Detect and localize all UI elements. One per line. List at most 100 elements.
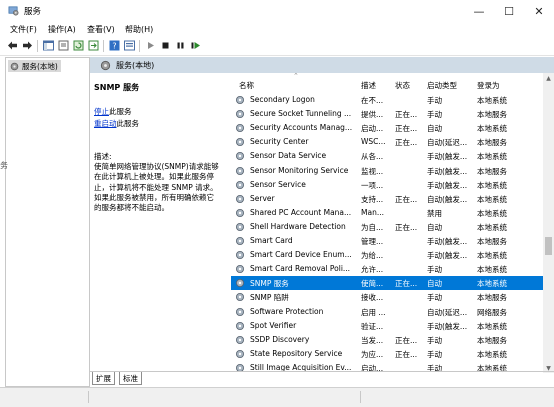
- refresh-icon[interactable]: [73, 40, 84, 51]
- service-description-cell: 使简...: [361, 279, 384, 289]
- column-header-name[interactable]: 名称: [239, 80, 254, 91]
- service-status-cell: 正在...: [395, 110, 418, 120]
- service-logon-cell: 本地系统: [477, 251, 507, 261]
- show-hide-console-tree-icon[interactable]: [43, 40, 54, 51]
- service-row[interactable]: Smart Card Device Enum... 为给... 手动(触发... 本地…: [231, 248, 543, 262]
- service-detail-pane: SNMP 服务 停止此服务 重启动此服务 描述: 使简单网络管理协议(SNMP)…: [90, 73, 230, 373]
- scroll-up-icon[interactable]: ▲: [543, 73, 554, 83]
- description-line: 的服务都将不能启动。: [94, 203, 169, 213]
- service-row[interactable]: Spot Verifier 验证... 手动(触发... 本地系统: [231, 319, 543, 333]
- service-row[interactable]: SSDP Discovery 当发... 正在... 手动 本地服务: [231, 333, 543, 347]
- services-header-icon: [100, 60, 111, 70]
- service-name-cell: Sensor Monitoring Service: [250, 165, 349, 175]
- service-startup-type-cell: 手动: [427, 349, 442, 359]
- menu-file[interactable]: 文件(F): [10, 24, 37, 35]
- service-startup-type-cell: 自动: [427, 222, 442, 232]
- service-logon-cell: 网络服务: [477, 307, 507, 317]
- service-description-cell: 启用 ...: [361, 307, 386, 317]
- stop-service-link[interactable]: 停止: [94, 107, 109, 116]
- service-name-cell: SNMP 陷阱: [250, 293, 289, 303]
- restart-service-link[interactable]: 重启动: [94, 119, 117, 128]
- service-row[interactable]: Secure Socket Tunneling ... 提供... 正在... 手动 本…: [231, 107, 543, 121]
- service-gear-icon: [236, 208, 244, 217]
- forward-icon[interactable]: [22, 40, 33, 51]
- service-logon-cell: 本地系统: [477, 180, 507, 190]
- menu-view[interactable]: 查看(V): [87, 24, 115, 35]
- maximize-button[interactable]: ☐: [494, 0, 524, 22]
- service-logon-cell: 本地系统: [477, 124, 507, 134]
- column-header-startup-type[interactable]: 启动类型: [427, 80, 457, 91]
- export-list-icon[interactable]: [88, 40, 99, 51]
- service-gear-icon: [236, 124, 244, 133]
- service-row[interactable]: Sensor Service 一项... 手动(触发... 本地系统: [231, 178, 543, 192]
- tab-extended[interactable]: 扩展: [92, 372, 115, 385]
- service-row[interactable]: Secondary Logon 在不... 手动 本地系统: [231, 93, 543, 107]
- service-startup-type-cell: 手动: [427, 265, 442, 275]
- service-name-cell: Spot Verifier: [250, 320, 297, 330]
- tree-node-services-local[interactable]: 服务(本地): [8, 60, 61, 72]
- view-tabs: 扩展 标准: [90, 371, 554, 386]
- service-name-cell: Secure Socket Tunneling ...: [250, 109, 352, 119]
- column-header-logon-as[interactable]: 登录为: [477, 80, 500, 91]
- service-logon-cell: 本地服务: [477, 166, 507, 176]
- service-row[interactable]: Server 支持... 正在... 自动(触发... 本地系统: [231, 192, 543, 206]
- service-logon-cell: 本地系统: [477, 194, 507, 204]
- tree-node-label: 服务(本地): [22, 61, 58, 71]
- service-row[interactable]: Software Protection 启用 ... 自动(延迟... 网络服务: [231, 305, 543, 319]
- service-row[interactable]: State Repository Service 为应... 正在... 手动 本地系统: [231, 347, 543, 361]
- service-logon-cell: 本地服务: [477, 335, 507, 345]
- service-description-cell: 一项...: [361, 180, 384, 190]
- pause-service-icon[interactable]: [175, 40, 186, 51]
- svg-text:?: ?: [112, 42, 116, 51]
- service-row[interactable]: SNMP 服务 使简... 正在... 自动 本地系统: [231, 276, 543, 291]
- vertical-scrollbar[interactable]: ▲ ▼: [543, 73, 554, 373]
- menu-help[interactable]: 帮助(H): [125, 24, 153, 35]
- service-startup-type-cell: 自动(延迟...: [427, 138, 468, 148]
- properties-icon[interactable]: [58, 40, 69, 51]
- start-service-icon[interactable]: [145, 40, 156, 51]
- service-startup-type-cell: 手动(触发...: [427, 251, 468, 261]
- service-row[interactable]: Smart Card 管理... 手动(触发... 本地服务: [231, 234, 543, 248]
- service-row[interactable]: Sensor Monitoring Service 监视... 手动(触发... 本地…: [231, 164, 543, 178]
- service-name-cell: Smart Card: [250, 236, 293, 245]
- selected-service-name: SNMP 服务: [94, 83, 140, 92]
- service-name-cell: State Repository Service: [250, 348, 343, 358]
- service-name-cell: Sensor Data Service: [250, 151, 327, 161]
- service-description-cell: 为给...: [361, 251, 384, 261]
- service-gear-icon: [236, 110, 244, 119]
- service-name-cell: SNMP 服务: [250, 279, 289, 289]
- service-gear-icon: [236, 96, 244, 104]
- column-header-status[interactable]: 状态: [395, 80, 410, 91]
- back-icon[interactable]: [7, 40, 18, 51]
- service-row[interactable]: Smart Card Removal Poli... 允许... 手动 本地系统: [231, 262, 543, 276]
- minimize-button[interactable]: —: [464, 0, 494, 22]
- service-name-cell: Smart Card Removal Poli...: [250, 264, 351, 274]
- service-row[interactable]: Security Center WSC... 正在... 自动(延迟... 本地服务: [231, 135, 543, 149]
- service-name-cell: Security Center: [250, 137, 309, 147]
- restart-service-icon[interactable]: [190, 40, 201, 51]
- service-gear-icon: [236, 152, 244, 161]
- service-row[interactable]: Shell Hardware Detection 为自... 正在... 自动 本地系统: [231, 220, 543, 234]
- toolbar: ?: [0, 37, 554, 56]
- service-logon-cell: 本地服务: [477, 138, 507, 148]
- stop-service-icon[interactable]: [160, 40, 171, 51]
- service-logon-cell: 本地系统: [477, 321, 507, 331]
- scrollbar-thumb[interactable]: [545, 237, 552, 255]
- help-icon[interactable]: ?: [109, 40, 120, 51]
- service-description-cell: 从各...: [361, 152, 384, 162]
- view-icon[interactable]: [124, 40, 135, 51]
- status-bar-divider: [360, 391, 361, 403]
- services-window: 服务 — ☐ ✕ 文件(F) 操作(A) 查看(V) 帮助(H) ? 服务(本地…: [0, 0, 554, 407]
- menu-action[interactable]: 操作(A): [48, 24, 76, 35]
- tab-standard[interactable]: 标准: [119, 372, 142, 385]
- service-row[interactable]: Sensor Data Service 从各... 手动(触发... 本地系统: [231, 149, 543, 163]
- service-startup-type-cell: 手动: [427, 96, 442, 105]
- column-header-description[interactable]: 描述: [361, 80, 376, 91]
- close-button[interactable]: ✕: [524, 0, 554, 22]
- service-row[interactable]: SNMP 陷阱 接收... 手动 本地服务: [231, 290, 543, 304]
- service-logon-cell: 本地服务: [477, 237, 507, 246]
- service-row[interactable]: Shared PC Account Mana... Man... 禁用 本地系统: [231, 206, 543, 220]
- service-row[interactable]: Security Accounts Manag... 启动... 正在... 自动 本地…: [231, 121, 543, 135]
- service-status-cell: 正在...: [395, 222, 418, 232]
- service-gear-icon: [236, 279, 244, 288]
